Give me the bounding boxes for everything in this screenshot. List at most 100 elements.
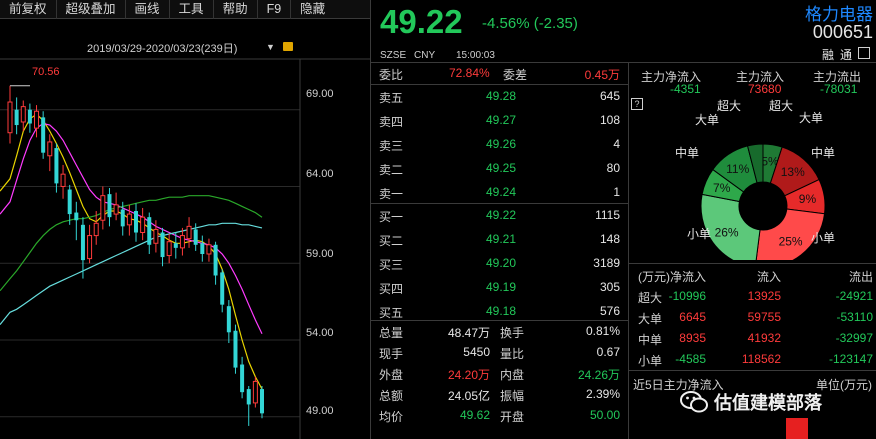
bid-volume: 148 [599, 232, 620, 246]
y-axis-tick: 54.00 [306, 327, 334, 339]
ask-price: 49.26 [486, 137, 517, 151]
y-axis-tick: 49.00 [306, 405, 334, 417]
stat-label: 均价 [379, 410, 404, 424]
flow-net: -10996 [668, 289, 706, 303]
wechat-icon [680, 391, 708, 413]
candle-body [140, 216, 146, 234]
bid-level-label: 买四 [379, 282, 404, 296]
toolbar-item-hide[interactable]: 隐藏 [291, 0, 334, 19]
margin-badge[interactable]: 融 [822, 46, 834, 63]
weibi-label: 委比 [379, 68, 404, 82]
bid-row[interactable]: 买五 49.18 576 [371, 301, 628, 322]
lock-icon[interactable] [283, 42, 293, 51]
ask-row[interactable]: 卖五 49.28 645 [371, 86, 628, 107]
moving-average-line [0, 113, 263, 390]
bid-row[interactable]: 买二 49.21 148 [371, 229, 628, 250]
toolbar-item-forward-adjust[interactable]: 前复权 [0, 0, 57, 19]
ask-row[interactable]: 卖三 49.26 4 [371, 134, 628, 155]
kline-chart-panel[interactable]: 2019/03/29-2020/03/23(239日) ▼ 70.56 69.0… [0, 19, 370, 439]
watermark: 估值建模部落 [680, 389, 822, 415]
toolbar-item-super-overlay[interactable]: 超级叠加 [57, 0, 126, 19]
candle-body [27, 109, 32, 124]
candle-body [233, 330, 238, 368]
candle-body [41, 117, 46, 153]
candle-body [166, 241, 172, 257]
bid-level-label: 买一 [379, 210, 404, 224]
bid-volume: 3189 [593, 256, 620, 270]
five-day-bar [786, 418, 808, 439]
bid-row[interactable]: 买四 49.19 305 [371, 277, 628, 298]
flow-table-row: 超大 -10996 13925 -24921 [629, 286, 876, 307]
stat-value: 49.62 [459, 408, 490, 422]
kline-chart[interactable] [0, 19, 370, 439]
main-outflow-value: -78031 [820, 82, 858, 96]
donut-outer-label: 中单 [675, 145, 699, 160]
bid-row[interactable]: 买一 49.22 1115 [371, 205, 628, 226]
main-inflow-value: 73680 [748, 82, 782, 96]
donut-outer-label: 超大 [717, 98, 741, 113]
stat-value: 48.47万 [447, 326, 490, 340]
flow-out: -24921 [835, 289, 873, 303]
candle-body [246, 389, 251, 405]
triangle-down-icon[interactable]: ▼ [266, 42, 275, 52]
flow-net: 8935 [679, 331, 706, 345]
candle-body [186, 225, 192, 240]
candle-body [60, 173, 66, 187]
chart-date-range: 2019/03/29-2020/03/23(239日) [87, 43, 238, 55]
stat-label: 量比 [500, 347, 525, 361]
bid-price: 49.19 [486, 280, 517, 294]
main-net-inflow-value: -4351 [670, 82, 701, 96]
candle-body [252, 380, 258, 404]
candle-body [206, 244, 212, 255]
stat-value: 0.67 [596, 345, 620, 359]
money-flow-donut: 5%13%9%25%26%7%11%超大 超大大单大单中单中单小单小单 [675, 98, 835, 260]
connect-badge[interactable]: 通 [840, 46, 852, 63]
flow-table-row: 中单 8935 41932 -32997 [629, 328, 876, 349]
flow-table-column-header: 流入 [756, 270, 781, 284]
toolbar-item-f9[interactable]: F9 [258, 0, 292, 19]
candle-body [147, 217, 152, 245]
ask-price: 49.28 [486, 89, 517, 103]
stat-value: 50.00 [589, 408, 620, 422]
exchange-label: SZSE [380, 50, 407, 61]
ask-volume: 645 [599, 89, 620, 103]
bid-price: 49.18 [486, 304, 517, 318]
toolbar-item-draw-line[interactable]: 画线 [126, 0, 170, 19]
five-day-unit: 单位(万元) [816, 378, 872, 392]
ask-row[interactable]: 卖一 49.24 1 [371, 182, 628, 203]
candle-body [240, 364, 245, 393]
ask-level-label: 卖五 [379, 91, 404, 105]
candle-body [213, 244, 218, 276]
bid-level-label: 买三 [379, 258, 404, 272]
bid-volume: 1115 [595, 208, 620, 222]
toolbar-item-tools[interactable]: 工具 [170, 0, 214, 19]
stock-badges: 融 通 [822, 46, 870, 63]
donut-segment-label: 11% [726, 162, 749, 176]
book-divider [371, 203, 628, 204]
candle-body [193, 229, 198, 245]
candle-body [260, 389, 264, 414]
donut-outer-label: 超大 [769, 98, 793, 113]
ask-row[interactable]: 卖二 49.25 80 [371, 158, 628, 179]
y-axis-tick: 64.00 [306, 168, 334, 180]
ask-volume: 1 [613, 185, 620, 199]
donut-outer-label: 大单 [799, 111, 823, 125]
currency-label: CNY [414, 50, 436, 61]
y-axis-tick: 69.00 [306, 88, 334, 100]
candle-body [54, 148, 59, 184]
stat-row: 现手 5450 量比 0.67 [371, 343, 628, 363]
ask-level-label: 卖四 [379, 115, 404, 129]
bid-volume: 576 [599, 304, 620, 318]
stat-row: 总量 48.47万 换手 0.81% [371, 322, 628, 342]
stat-row: 外盘 24.20万 内盘 24.26万 [371, 364, 628, 384]
bid-row[interactable]: 买三 49.20 3189 [371, 253, 628, 274]
stat-label: 振幅 [500, 389, 525, 403]
candle-body [87, 235, 93, 260]
flow-table-column-header: 净流入 [669, 270, 706, 284]
flow-table-column-header: (万元) [638, 270, 670, 284]
stat-value: 5450 [463, 345, 490, 359]
toolbar-item-help[interactable]: 帮助 [214, 0, 258, 19]
checkbox-icon[interactable] [858, 47, 870, 59]
watermark-text: 估值建模部落 [714, 393, 822, 413]
ask-row[interactable]: 卖四 49.27 108 [371, 110, 628, 131]
